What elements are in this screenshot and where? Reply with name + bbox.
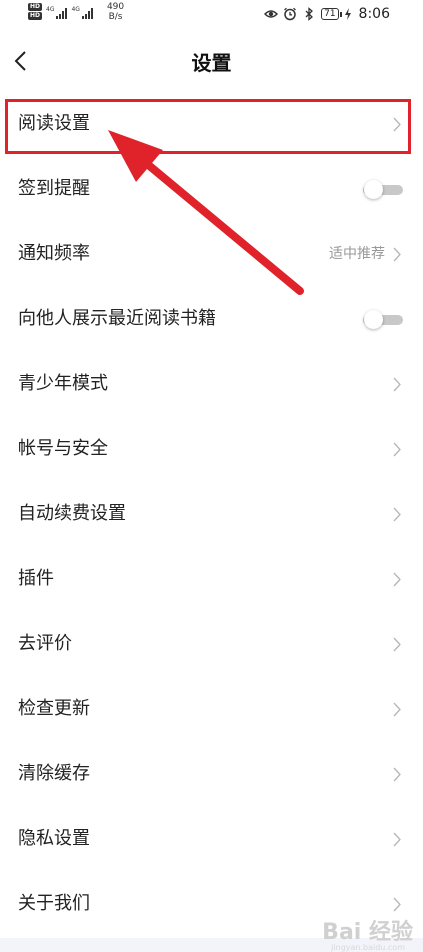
settings-item-label: 清除缓存 [18, 763, 90, 784]
settings-item-label: 关于我们 [18, 893, 90, 914]
settings-item-clear-cache[interactable]: 清除缓存 [0, 742, 423, 807]
chevron-right-icon [393, 897, 401, 912]
checkin-reminder-toggle[interactable] [363, 179, 403, 199]
signal-icon: 4G [46, 6, 68, 19]
status-right: 71 8:06 [264, 6, 390, 22]
settings-item-label: 插件 [18, 568, 54, 589]
settings-item-label: 检查更新 [18, 698, 90, 719]
settings-item-label: 向他人展示最近阅读书籍 [18, 308, 216, 329]
network-type: 4G [46, 6, 55, 13]
chevron-right-icon [393, 377, 401, 392]
status-bar: HD HD 4G 4G 490 B/s 71 8:06 [0, 0, 423, 30]
settings-item-label: 隐私设置 [18, 828, 90, 849]
alarm-icon [284, 7, 297, 21]
network-type: 4G [71, 6, 80, 13]
chevron-right-icon [393, 247, 401, 262]
settings-item-show-recent-books[interactable]: 向他人展示最近阅读书籍 [0, 287, 423, 352]
toggle-knob [364, 180, 383, 199]
signal-icon: 4G [71, 6, 93, 19]
speed-unit: B/s [108, 12, 123, 22]
settings-item-checkin-reminder[interactable]: 签到提醒 [0, 157, 423, 222]
chevron-right-icon [393, 637, 401, 652]
network-speed: 490 B/s [107, 2, 124, 22]
settings-item-plugins[interactable]: 插件 [0, 547, 423, 612]
settings-item-account-security[interactable]: 帐号与安全 [0, 417, 423, 482]
hd-badge: HD [28, 3, 43, 11]
settings-item-auto-renew[interactable]: 自动续费设置 [0, 482, 423, 547]
chevron-right-icon [393, 572, 401, 587]
chevron-right-icon [393, 832, 401, 847]
settings-item-rate-app[interactable]: 去评价 [0, 612, 423, 677]
watermark-url: jingyan.baidu.com [331, 943, 405, 952]
clock: 8:06 [358, 6, 390, 22]
settings-item-teen-mode[interactable]: 青少年模式 [0, 352, 423, 417]
eye-icon [264, 10, 279, 18]
hd-badge: HD [28, 12, 43, 20]
toggle-knob [364, 310, 383, 329]
settings-item-label: 通知频率 [18, 243, 90, 264]
charging-icon [344, 8, 351, 20]
app-header: 设置 [0, 30, 423, 92]
settings-item-label: 去评价 [18, 633, 72, 654]
settings-list: 阅读设置 签到提醒 通知频率 适中推荐 向他人展示最近阅读书籍 青少年模式 帐号… [0, 92, 423, 937]
settings-item-check-update[interactable]: 检查更新 [0, 677, 423, 742]
status-left: HD HD 4G 4G 490 B/s [28, 2, 124, 22]
page-title: 设置 [191, 51, 232, 75]
chevron-right-icon [393, 767, 401, 782]
chevron-right-icon [393, 507, 401, 522]
settings-item-label: 自动续费设置 [18, 503, 126, 524]
notification-frequency-value: 适中推荐 [329, 246, 385, 262]
bluetooth-icon [305, 7, 314, 21]
chevron-right-icon [393, 702, 401, 717]
settings-item-notification-frequency[interactable]: 通知频率 适中推荐 [0, 222, 423, 287]
speed-value: 490 [106, 2, 125, 12]
settings-item-privacy[interactable]: 隐私设置 [0, 807, 423, 872]
annotation-highlight-box [5, 99, 411, 154]
watermark-logo: Bai 经验 [322, 920, 413, 945]
settings-item-label: 签到提醒 [18, 178, 90, 199]
show-recent-books-toggle[interactable] [363, 309, 403, 329]
chevron-right-icon [393, 442, 401, 457]
settings-item-label: 青少年模式 [18, 373, 108, 394]
hd-indicators: HD HD [28, 3, 43, 20]
battery-icon: 71 [321, 8, 343, 20]
settings-item-label: 帐号与安全 [18, 438, 108, 459]
